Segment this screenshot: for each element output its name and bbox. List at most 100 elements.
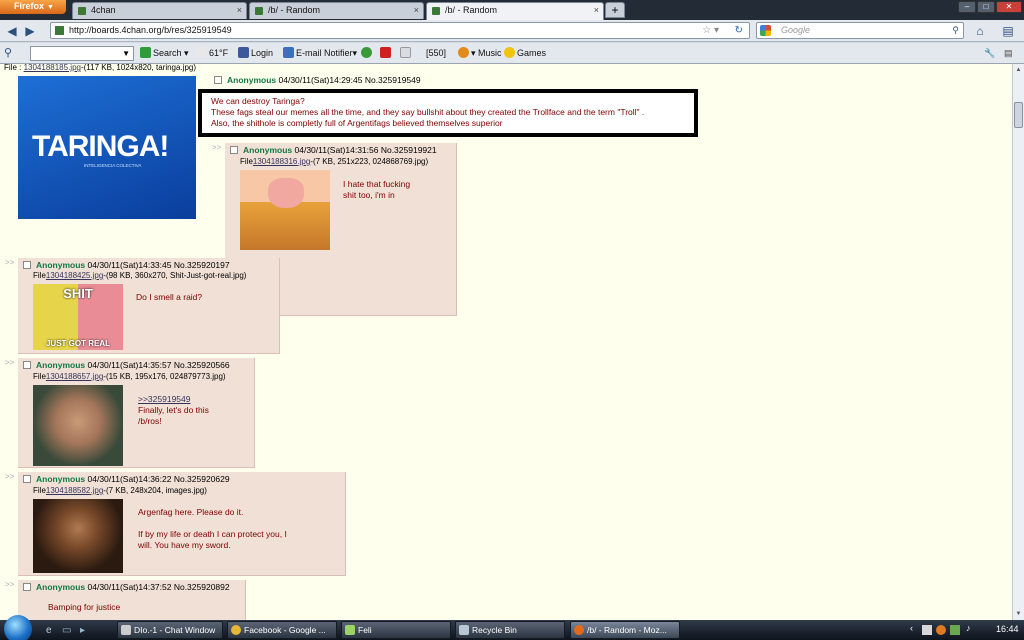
reply-image-cartoon[interactable] (240, 170, 330, 250)
back-arrow-icon[interactable]: ◀ (4, 23, 20, 39)
reply-checkbox[interactable] (23, 361, 31, 369)
tray-firefox-icon[interactable] (936, 625, 946, 635)
facebook-login-button[interactable]: Login (238, 46, 273, 61)
reply-image-photo[interactable] (33, 385, 123, 466)
scroll-down-icon[interactable]: ▼ (1014, 609, 1023, 619)
taskbar-clock[interactable]: 16:44 (996, 624, 1019, 634)
op-message-box: We can destroy Taringa? These fags steal… (198, 89, 698, 137)
op-checkbox[interactable] (214, 76, 222, 84)
vertical-scrollbar[interactable]: ▲ ▼ (1012, 64, 1024, 620)
media-icon[interactable]: ▸ (80, 623, 85, 638)
reply-arrows: >> (5, 358, 15, 367)
explorer-icon[interactable]: ▭ (62, 623, 71, 638)
firefox-menu-label: Firefox (14, 1, 45, 11)
reply-meta[interactable]: 04/30/11(Sat)14:35:57 No.325920566 (88, 360, 230, 370)
tab-random-1[interactable]: /b/ - Random × (249, 2, 424, 19)
tab-4chan[interactable]: 4chan × (72, 2, 247, 19)
volume-icon[interactable]: ♪ (966, 623, 971, 633)
pages-button[interactable] (400, 46, 413, 61)
close-window-button[interactable]: ✕ (996, 1, 1022, 13)
taskbar-chat-window[interactable]: DIo.-1 - Chat Window (117, 621, 223, 639)
new-tab-button[interactable]: + (605, 2, 625, 18)
reply-image-meme[interactable]: SHIT JUST GOT REAL (33, 284, 123, 350)
reply-image-photo[interactable] (33, 499, 123, 573)
toolbar-menu-icon[interactable]: ▤ (1004, 46, 1013, 61)
home-icon[interactable]: ⌂ (972, 23, 988, 39)
tab-random-active[interactable]: /b/ - Random × (426, 2, 604, 20)
tray-network-icon[interactable] (950, 625, 960, 635)
url-bar[interactable]: http://boards.4chan.org/b/res/325919549 ☆… (50, 22, 750, 39)
reply-header: Anonymous 04/30/11(Sat)14:37:52 No.32592… (23, 582, 230, 592)
music-icon (458, 47, 469, 58)
bookmark-star-icon[interactable]: ☆ ▾ (702, 23, 719, 38)
close-tab-icon[interactable]: × (237, 3, 242, 18)
op-image-logo-text: TARINGA! (32, 130, 169, 163)
search-icon[interactable]: ⚲ (952, 23, 959, 38)
youtube-button[interactable] (380, 46, 393, 61)
file-prefix: File (240, 157, 253, 166)
search-icon[interactable]: ⚲ (4, 46, 12, 61)
reply-meta[interactable]: 04/30/11(Sat)14:33:45 No.325920197 (88, 260, 230, 270)
dropdown-arrow-icon: ▼ (47, 4, 54, 11)
start-button[interactable] (4, 615, 32, 640)
reply-checkbox[interactable] (23, 475, 31, 483)
taskbar-recycle-bin[interactable]: Recycle Bin (455, 621, 565, 639)
maximize-button[interactable]: □ (977, 1, 995, 13)
star-icon (504, 47, 515, 58)
reply-name: Anonymous (243, 145, 293, 155)
weather-widget[interactable]: 61°F (196, 46, 228, 61)
browser-chrome: Firefox ▼ 4chan × /b/ - Random × /b/ - Rand… (0, 0, 1024, 64)
chat-icon (121, 625, 131, 635)
op-message: We can destroy Taringa? These fags steal… (211, 96, 644, 129)
music-button[interactable]: ▾ Music (458, 46, 502, 61)
cartoon-face-shape (268, 178, 304, 208)
forward-arrow-icon[interactable]: ▶ (22, 23, 38, 39)
4chan-favicon-icon (78, 7, 86, 15)
scroll-up-icon[interactable]: ▲ (1014, 65, 1023, 75)
reply-file-link[interactable]: 1304188657.jpg (46, 372, 103, 381)
firefox-menu-button[interactable]: Firefox ▼ (0, 0, 66, 14)
reply-message: Bamping for justice (48, 602, 120, 613)
email-notifier-button[interactable]: E-mail Notifier▾ (283, 46, 357, 61)
email-icon (283, 47, 294, 58)
reply-meta[interactable]: 04/30/11(Sat)14:36:22 No.325920629 (88, 474, 230, 484)
firefox-icon (574, 625, 584, 635)
reply-meta[interactable]: 04/30/11(Sat)14:37:52 No.325920892 (88, 582, 230, 592)
reply-line: shit too, i'm in (343, 190, 395, 200)
reply-name: Anonymous (36, 474, 86, 484)
reply-file-link[interactable]: 1304188582.jpg (46, 486, 103, 495)
menu-icon[interactable]: ▤ (1000, 23, 1016, 39)
reply-checkbox[interactable] (23, 583, 31, 591)
tools-icon[interactable]: 🔧 (984, 46, 995, 61)
reload-icon[interactable]: ↻ (735, 23, 743, 38)
tray-app-icon[interactable] (922, 625, 932, 635)
reply-file-link[interactable]: 1304188425.jpg (46, 271, 103, 280)
taskbar-label: /b/ - Random - Moz... (587, 625, 667, 635)
taskbar-firefox[interactable]: /b/ - Random - Moz... (570, 621, 680, 639)
search-engine-box[interactable]: Google ⚲ (756, 22, 964, 39)
utorrent-icon (361, 47, 372, 58)
counter-badge[interactable]: [550] (426, 46, 446, 61)
toolbar-search-button[interactable]: Search ▾ (140, 46, 189, 61)
ie-icon[interactable]: e (46, 623, 52, 638)
op-file-link[interactable]: 1304188185.jpg (24, 64, 81, 72)
games-button[interactable]: Games (504, 46, 546, 61)
close-tab-icon[interactable]: × (414, 3, 419, 18)
taskbar-feli[interactable]: Feli (341, 621, 451, 639)
reply-checkbox[interactable] (230, 146, 238, 154)
scrollbar-thumb[interactable] (1014, 102, 1023, 128)
quote-link[interactable]: >>325919549 (138, 394, 190, 404)
toolbar-search-dropdown[interactable]: ▼ (30, 46, 134, 61)
minimize-button[interactable]: – (958, 1, 976, 13)
reply-checkbox[interactable] (23, 261, 31, 269)
op-meta[interactable]: 04/30/11(Sat)14:29:45 No.325919549 (279, 75, 421, 85)
reply-line (138, 518, 287, 529)
op-image-taringa[interactable]: TARINGA! INTELIGENCIA COLECTIVA (18, 76, 196, 219)
reply-file-link[interactable]: 1304188316.jpg (253, 157, 310, 166)
utorrent-button[interactable] (361, 46, 374, 61)
close-tab-icon[interactable]: × (594, 3, 599, 18)
4chan-favicon-icon (432, 7, 440, 15)
tray-expand-icon[interactable]: ‹ (910, 623, 913, 633)
taskbar-facebook-chrome[interactable]: Facebook - Google ... (227, 621, 337, 639)
reply-meta[interactable]: 04/30/11(Sat)14:31:56 No.325919921 (295, 145, 437, 155)
